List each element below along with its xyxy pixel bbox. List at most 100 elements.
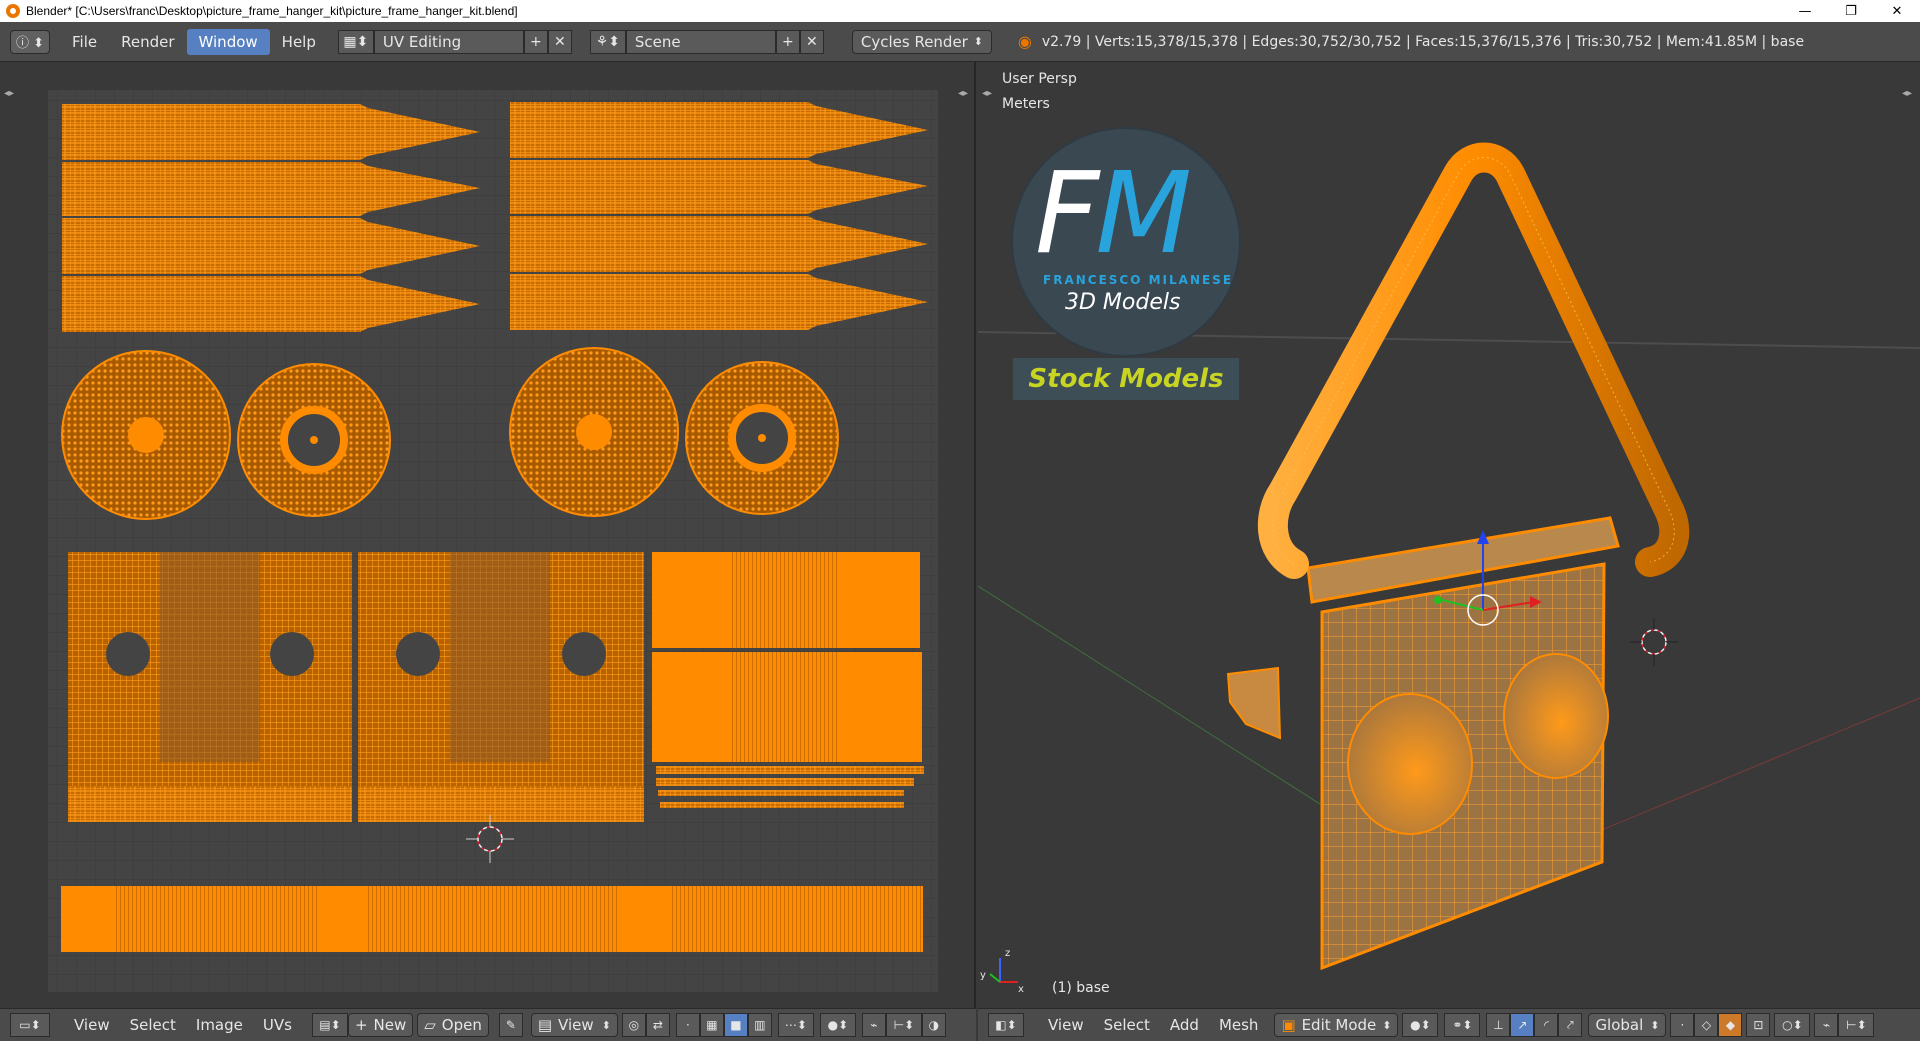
image-browse-button[interactable]: ▤⬍ <box>311 1013 348 1037</box>
layout-selector-button[interactable]: ▦⬍ <box>337 29 374 54</box>
edit-mode-icon: ▣ <box>1281 1016 1296 1034</box>
select-edge-mode-icon[interactable]: ◇ <box>1694 1013 1719 1037</box>
x-icon: ✕ <box>806 33 818 50</box>
sticky-mode-icon[interactable]: ⋯⬍ <box>777 1013 814 1037</box>
select-face-mode-icon[interactable]: ◆ <box>1718 1013 1743 1037</box>
sync-selection-icon[interactable]: ⇄ <box>645 1013 670 1037</box>
translate-manipulator-icon[interactable]: ↗ <box>1510 1013 1535 1037</box>
mesh-triangle-loop <box>1257 142 1690 579</box>
window-title: Blender* [C:\Users\franc\Desktop\picture… <box>26 4 518 18</box>
layout-grid-icon: ▦⬍ <box>343 33 369 50</box>
snap-element-icon[interactable]: ⊢⬍ <box>885 1013 922 1037</box>
mesh-bump-left <box>1347 693 1473 835</box>
add-scene-button[interactable]: + <box>775 29 800 54</box>
svg-text:y: y <box>980 970 986 981</box>
select-island-icon[interactable]: ▥ <box>747 1013 772 1037</box>
mesh-wedge <box>1226 666 1282 740</box>
plus-icon: + <box>530 33 542 50</box>
minimize-button[interactable]: — <box>1782 0 1828 22</box>
mode-dropdown[interactable]: ▣ Edit Mode ⬍ <box>1274 1013 1399 1037</box>
snap-3d-icon[interactable]: ⌁ <box>1814 1013 1839 1037</box>
uv-view-mode-dropdown[interactable]: ▤ View ⬍ <box>530 1013 618 1037</box>
pivot-point-button[interactable]: ⚭⬍ <box>1444 1013 1481 1037</box>
render-engine-label: Cycles Render <box>860 32 968 51</box>
uv-menu-uvs[interactable]: UVs <box>253 1016 302 1034</box>
maximize-button[interactable]: ❐ <box>1828 0 1874 22</box>
uv-menu-view[interactable]: View <box>64 1016 120 1034</box>
logo-subtitle: 3D Models <box>1065 290 1181 315</box>
watermark-logo-fm: FM <box>1035 158 1192 270</box>
view-mode-icon: ▤ <box>537 1016 553 1034</box>
view-mode-label: View <box>558 1016 594 1034</box>
add-layout-button[interactable]: + <box>523 29 548 54</box>
blender-version-icon: ◉ <box>1017 32 1032 51</box>
3d-menu-add[interactable]: Add <box>1160 1016 1209 1034</box>
scene-name-field[interactable]: Scene <box>625 29 776 54</box>
3d-menu-view[interactable]: View <box>1038 1016 1094 1034</box>
mesh-bump-right <box>1503 653 1609 779</box>
3d-cursor <box>1630 618 1678 666</box>
transform-orientation-dropdown[interactable]: Global ⬍ <box>1588 1013 1667 1037</box>
remove-layout-button[interactable]: ✕ <box>547 29 572 54</box>
editor-type-3d-button[interactable]: ◧⬍ <box>988 1013 1024 1037</box>
new-image-button[interactable]: + New <box>347 1013 414 1037</box>
scene-icon: ⚘⬍ <box>595 33 621 50</box>
open-image-label: Open <box>441 1016 482 1034</box>
editor-type-info-button[interactable]: ⓘ ⬍ <box>10 29 50 54</box>
select-vertex-mode-icon[interactable]: ⋅ <box>1670 1013 1695 1037</box>
open-image-button[interactable]: ▱ Open <box>417 1013 489 1037</box>
image-browse-icon: ▤⬍ <box>319 1018 341 1032</box>
3d-view-header: ◧⬍ View Select Add Mesh ▣ Edit Mode ⬍ ●⬍… <box>978 1008 1920 1041</box>
updown-arrow-icon: ⬍ <box>1382 1018 1392 1032</box>
uv-bottom-strip <box>61 886 923 952</box>
render-engine-dropdown[interactable]: Cycles Render ⬍ <box>851 29 992 54</box>
manipulator-toggle-icon[interactable]: ⊥ <box>1486 1013 1511 1037</box>
3d-menu-select[interactable]: Select <box>1094 1016 1160 1034</box>
solid-sphere-icon: ●⬍ <box>1410 1018 1431 1032</box>
x-icon: ✕ <box>554 33 566 50</box>
scene-selector-button[interactable]: ⚘⬍ <box>589 29 626 54</box>
scene-stats: v2.79 | Verts:15,378/15,378 | Edges:30,7… <box>1041 33 1805 50</box>
uv-editor-header: ▭⬍ View Select Image UVs ▤⬍ + New ▱ Open… <box>0 1008 976 1041</box>
close-button[interactable]: ✕ <box>1874 0 1920 22</box>
viewport-shading-button[interactable]: ●⬍ <box>1402 1013 1439 1037</box>
select-vertex-icon[interactable]: ⋅ <box>675 1013 700 1037</box>
menu-window[interactable]: Window <box>186 28 270 55</box>
proportional-edit-icon[interactable]: ●⬍ <box>819 1013 856 1037</box>
new-image-label: New <box>373 1016 407 1034</box>
image-editor-icon: ▭⬍ <box>19 1018 41 1032</box>
logo-letter-f: F <box>1035 149 1099 279</box>
logo-author-name: FRANCESCO MILANESE <box>1043 273 1234 287</box>
menu-file[interactable]: File <box>60 29 109 55</box>
limit-to-visible-icon[interactable]: ⊡ <box>1746 1013 1771 1037</box>
select-face-icon[interactable]: ■ <box>723 1013 748 1037</box>
uv-menu-select[interactable]: Select <box>120 1016 186 1034</box>
folder-icon: ▱ <box>424 1016 436 1034</box>
logo-letter-m: M <box>1095 149 1192 279</box>
uv-plates <box>68 552 924 822</box>
scale-manipulator-icon[interactable]: ⤤ <box>1558 1013 1583 1037</box>
svg-text:z: z <box>1005 948 1010 959</box>
uv-menu-image[interactable]: Image <box>186 1016 253 1034</box>
snap-icon[interactable]: ⌁ <box>861 1013 886 1037</box>
pin-icon[interactable]: ✎ <box>498 1013 523 1037</box>
layout-name-field[interactable]: UV Editing <box>373 29 524 54</box>
image-channel-icon[interactable]: ◑ <box>921 1013 946 1037</box>
remove-scene-button[interactable]: ✕ <box>799 29 824 54</box>
editor-type-image-button[interactable]: ▭⬍ <box>10 1013 50 1037</box>
3d-menu-mesh[interactable]: Mesh <box>1209 1016 1269 1034</box>
menu-render[interactable]: Render <box>109 29 186 55</box>
3d-view-icon: ◧⬍ <box>995 1018 1017 1032</box>
snap-element-3d-icon[interactable]: ⊢⬍ <box>1838 1013 1875 1037</box>
logo-stock-banner: Stock Models <box>1013 358 1239 400</box>
mode-label: Edit Mode <box>1301 1016 1377 1034</box>
select-edge-icon[interactable]: ▦ <box>699 1013 724 1037</box>
proportional-edit-3d-icon[interactable]: ○⬍ <box>1774 1013 1811 1037</box>
pivot-icon: ⚭⬍ <box>1452 1018 1473 1032</box>
uv-canvas[interactable] <box>0 62 976 1008</box>
pivot-icon[interactable]: ◎ <box>621 1013 646 1037</box>
rotate-manipulator-icon[interactable]: ◜ <box>1534 1013 1559 1037</box>
blender-logo-icon <box>6 4 20 18</box>
menu-help[interactable]: Help <box>270 29 328 55</box>
uv-image-editor[interactable]: ◂▸ ◂▸ <box>0 62 976 1008</box>
